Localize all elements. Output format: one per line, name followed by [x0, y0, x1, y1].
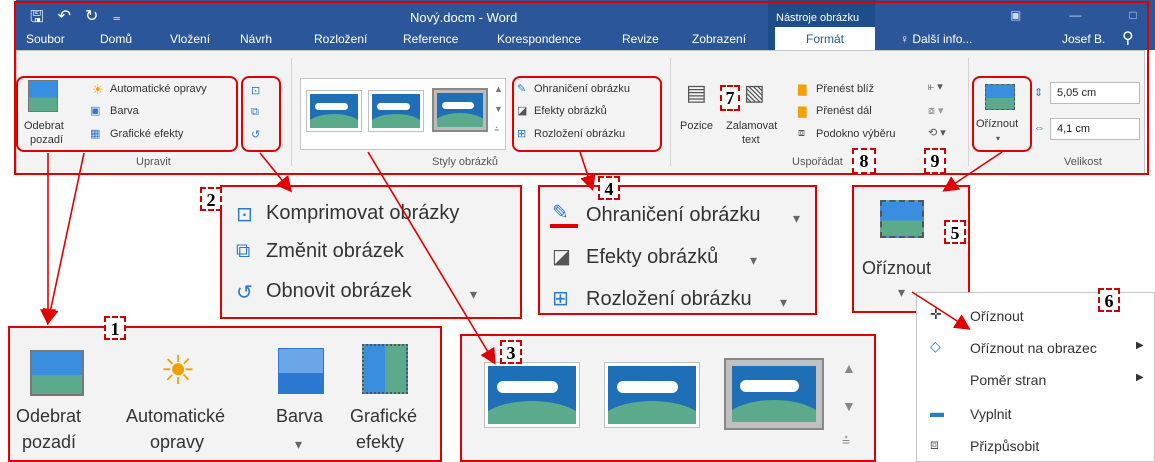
- callout-3: 3: [500, 340, 522, 364]
- callout-5: 5: [944, 220, 966, 244]
- callout-1: 1: [104, 316, 126, 340]
- callout-9: 9: [924, 148, 946, 174]
- callout-4: 4: [598, 176, 620, 200]
- callout-arrows: [40, 151, 1003, 365]
- callout-8: 8: [852, 148, 876, 174]
- callout-2: 2: [200, 187, 222, 211]
- callout-7: 7: [720, 85, 740, 111]
- callout-6: 6: [1098, 288, 1120, 312]
